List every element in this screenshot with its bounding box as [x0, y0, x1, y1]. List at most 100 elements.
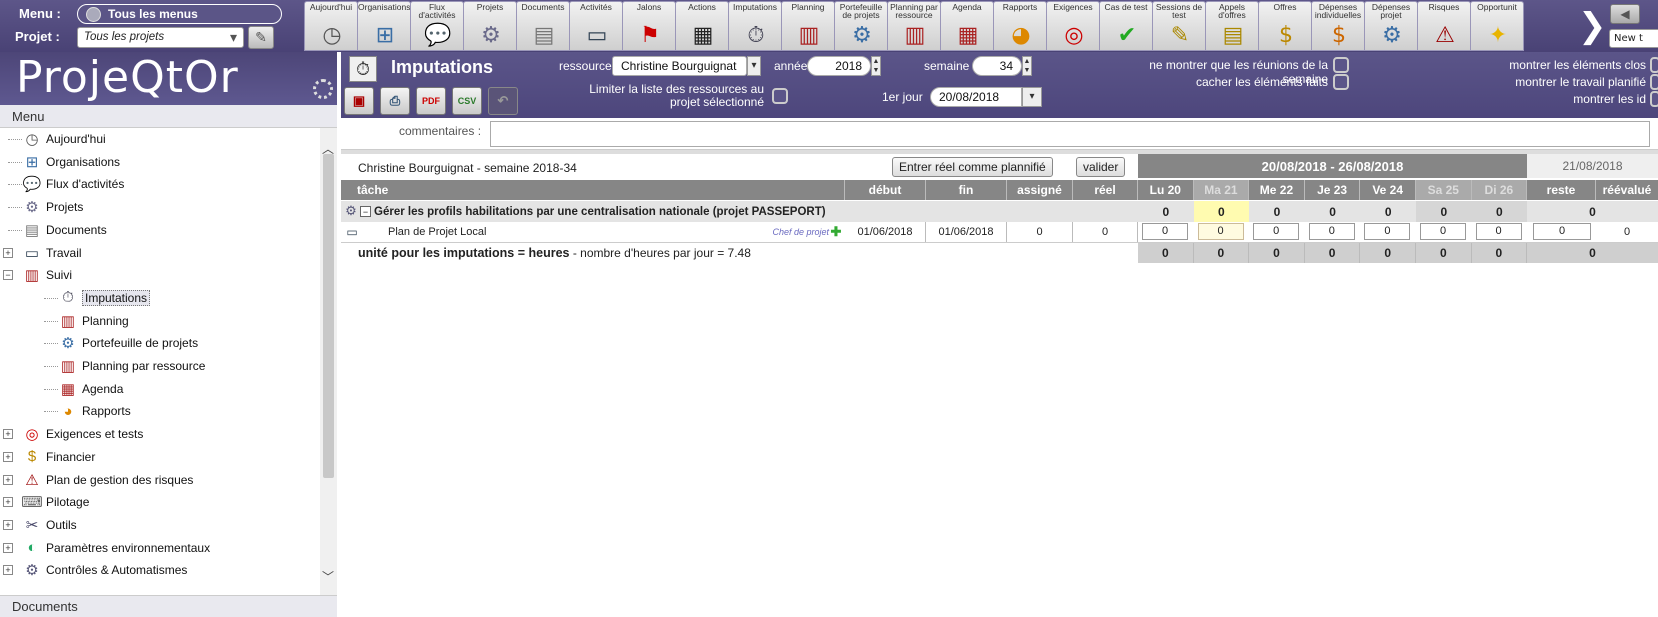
menu-item[interactable]: + ✂ Outils: [0, 514, 320, 536]
module-tab[interactable]: Documents ▤: [516, 1, 570, 51]
module-tab[interactable]: Rapports ◕: [993, 1, 1047, 51]
expand-icon[interactable]: +: [3, 474, 13, 485]
expand-icon[interactable]: +: [3, 247, 13, 258]
module-tab[interactable]: Exigences ◎: [1046, 1, 1100, 51]
day-hours-input[interactable]: 0: [1364, 223, 1411, 240]
day-hours-input[interactable]: 0: [1142, 223, 1188, 240]
menu-item[interactable]: ▦ Agenda: [0, 378, 320, 400]
menu-item[interactable]: + ◐ Paramètres environnementaux: [0, 537, 320, 559]
scroll-right-icon[interactable]: ❯: [1578, 6, 1607, 46]
first-day-input[interactable]: 20/08/2018: [930, 87, 1022, 107]
menu-scrollbar[interactable]: ︿ ﹀: [320, 128, 337, 596]
day-hours-input[interactable]: 0: [1308, 223, 1355, 240]
pdf-button[interactable]: PDF: [416, 87, 446, 115]
menu-item[interactable]: ⚙ Portefeuille de projets: [0, 332, 320, 354]
remaining-input[interactable]: 0: [1533, 223, 1591, 240]
expand-icon[interactable]: +: [3, 497, 13, 508]
module-tab[interactable]: Offres $: [1258, 1, 1312, 51]
column-header-start[interactable]: début: [845, 180, 926, 200]
module-tab[interactable]: Sessions de test ✎: [1152, 1, 1206, 51]
module-tab[interactable]: Imputations ⏱: [728, 1, 782, 51]
module-tab[interactable]: Opportunit ✦: [1470, 1, 1524, 51]
limit-resources-checkbox[interactable]: [772, 88, 788, 104]
task-name[interactable]: Plan de Projet Local: [388, 222, 588, 242]
week-spinner[interactable]: ▲ ▼: [1022, 56, 1032, 76]
menu-item[interactable]: ⊞ Organisations: [0, 151, 320, 173]
resource-dropdown-icon[interactable]: ▾: [747, 56, 761, 76]
save-button[interactable]: ▣: [344, 87, 374, 115]
year-spinner[interactable]: ▲ ▼: [871, 56, 881, 76]
module-tab[interactable]: Dépenses projet ⚙: [1364, 1, 1418, 51]
menu-item[interactable]: ⚙ Projets: [0, 196, 320, 218]
menu-item[interactable]: + ⚠ Plan de gestion des risques: [0, 469, 320, 491]
column-header-task[interactable]: tâche: [341, 180, 845, 200]
menu-item[interactable]: ◷ Aujourd'hui: [0, 128, 320, 150]
comments-input[interactable]: [490, 121, 1650, 147]
undo-button[interactable]: ↶: [488, 87, 518, 115]
scrollbar-thumb[interactable]: [323, 154, 334, 478]
collapse-icon[interactable]: −: [3, 270, 13, 281]
expand-icon[interactable]: +: [3, 565, 13, 576]
day-hours-input[interactable]: 0: [1420, 223, 1466, 240]
module-tab[interactable]: Cas de test ✔: [1099, 1, 1153, 51]
show-ids-checkbox[interactable]: [1650, 91, 1658, 107]
week-input[interactable]: 34: [972, 56, 1022, 76]
menu-item[interactable]: ▥ Planning: [0, 310, 320, 332]
enter-real-as-planned-button[interactable]: Entrer réel comme plannifié: [892, 157, 1053, 177]
menu-item[interactable]: ▤ Documents: [0, 219, 320, 241]
new-tab-button[interactable]: New t: [1609, 29, 1658, 48]
back-button[interactable]: ◀: [1610, 4, 1640, 24]
expand-icon[interactable]: +: [3, 519, 13, 530]
validate-button[interactable]: valider: [1076, 157, 1126, 177]
menu-item[interactable]: + $ Financier: [0, 446, 320, 468]
menu-item[interactable]: + ⚙ Contrôles & Automatismes: [0, 559, 320, 581]
module-tab[interactable]: Aujourd'hui ◷: [304, 1, 358, 51]
module-tab[interactable]: Jalons ⚑: [622, 1, 676, 51]
meetings-only-checkbox[interactable]: [1333, 57, 1349, 73]
menu-item[interactable]: + ◎ Exigences et tests: [0, 423, 320, 445]
expand-icon[interactable]: +: [3, 542, 13, 553]
show-closed-checkbox[interactable]: [1650, 57, 1658, 73]
menu-item[interactable]: ⏱ Imputations: [0, 287, 320, 309]
resource-select[interactable]: Christine Bourguignat: [612, 56, 747, 76]
menu-item[interactable]: − ▥ Suivi: [0, 264, 320, 286]
module-tab[interactable]: Planning ▥: [781, 1, 835, 51]
scroll-down-icon[interactable]: ﹀: [322, 568, 334, 585]
menu-item[interactable]: ▥ Planning par ressource: [0, 355, 320, 377]
menu-item[interactable]: + ▭ Travail: [0, 242, 320, 264]
module-tab[interactable]: Organisations ⊞: [357, 1, 411, 51]
expand-icon[interactable]: +: [3, 451, 13, 462]
module-tab[interactable]: Dépenses individuelles $: [1311, 1, 1365, 51]
show-planned-checkbox[interactable]: [1650, 74, 1658, 90]
day-hours-input[interactable]: 0: [1197, 223, 1244, 240]
refresh-gear-icon[interactable]: [313, 79, 333, 99]
menu-header[interactable]: Menu: [0, 105, 337, 128]
module-tab[interactable]: Planning par ressource ▥: [887, 1, 941, 51]
day-hours-input[interactable]: 0: [1253, 223, 1300, 240]
collapse-icon[interactable]: −: [360, 206, 371, 217]
module-tab[interactable]: Risques ⚠: [1417, 1, 1471, 51]
add-note-icon[interactable]: ✚: [829, 224, 843, 239]
module-tab[interactable]: Flux d'activités 💬: [410, 1, 464, 51]
menu-item[interactable]: + ⌨ Pilotage: [0, 491, 320, 513]
menu-selector[interactable]: Tous les menus: [77, 4, 282, 24]
calendar-dropdown-icon[interactable]: ▾: [1022, 87, 1042, 107]
module-tab[interactable]: Actions ▦: [675, 1, 729, 51]
day-hours-input[interactable]: 0: [1475, 223, 1522, 240]
project-select[interactable]: Tous les projets ▾: [77, 27, 244, 48]
print-button[interactable]: ⎙: [380, 87, 410, 115]
menu-item[interactable]: ◕ Rapports: [0, 400, 320, 422]
csv-export-button[interactable]: CSV: [452, 87, 482, 115]
project-edit-button[interactable]: ✎: [248, 26, 274, 49]
module-tab[interactable]: Agenda ▦: [940, 1, 994, 51]
module-tab[interactable]: Activités ▭: [569, 1, 623, 51]
hide-done-checkbox[interactable]: [1333, 74, 1349, 90]
documents-header[interactable]: Documents: [0, 595, 337, 617]
module-tab[interactable]: Appels d'offres ▤: [1205, 1, 1259, 51]
column-header-real[interactable]: réel: [1073, 180, 1138, 200]
expand-icon[interactable]: +: [3, 429, 13, 440]
column-header-end[interactable]: fin: [926, 180, 1007, 200]
menu-item[interactable]: 💬 Flux d'activités: [0, 173, 320, 195]
module-tab[interactable]: Portefeuille de projets ⚙: [834, 1, 888, 51]
module-tab[interactable]: Projets ⚙: [463, 1, 517, 51]
